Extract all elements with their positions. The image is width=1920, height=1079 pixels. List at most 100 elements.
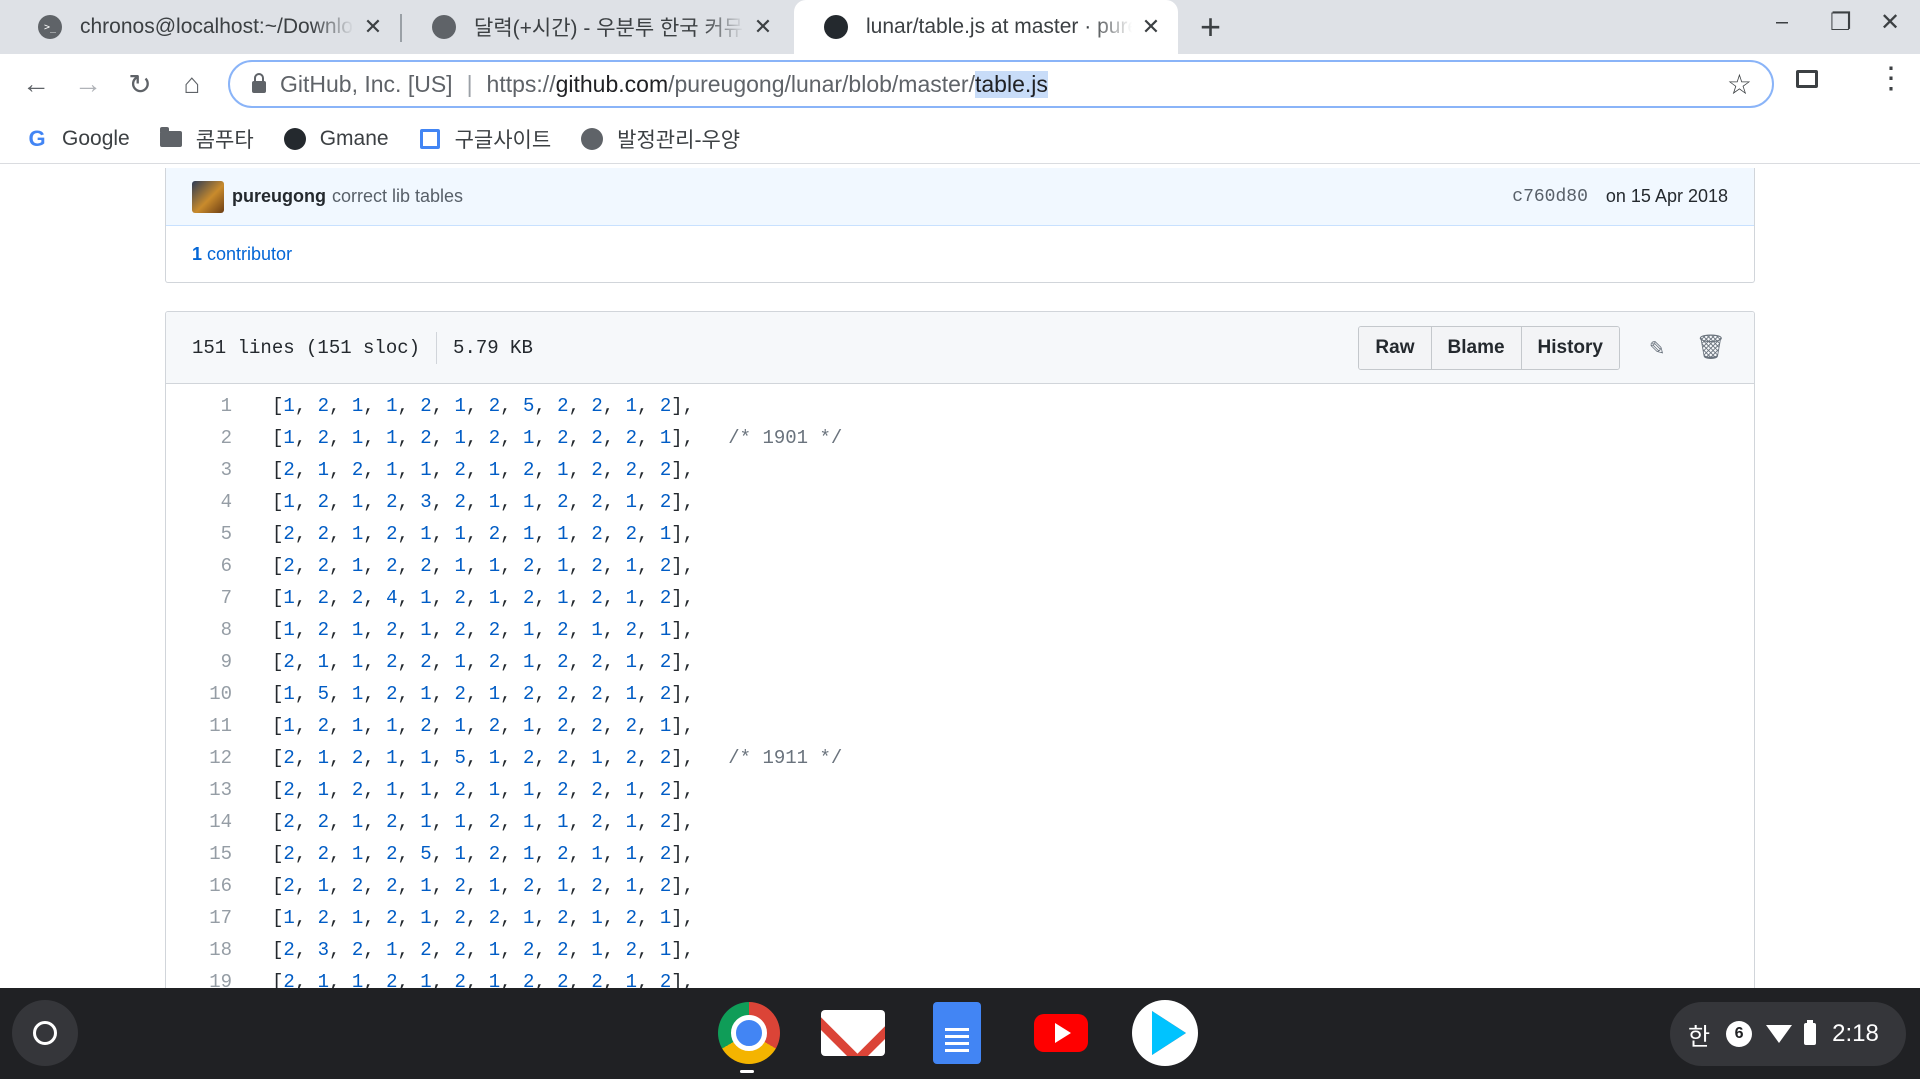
number-literal: 1 [317, 459, 330, 481]
line-number[interactable]: 9 [166, 646, 232, 678]
number-literal: 2 [557, 715, 569, 737]
close-icon[interactable]: ✕ [1140, 14, 1162, 40]
code-line: 10 [1, 5, 1, 2, 1, 2, 1, 2, 2, 2, 1, 2], [166, 678, 1754, 710]
line-number[interactable]: 8 [166, 614, 232, 646]
number-literal: 2 [557, 427, 569, 449]
blame-button[interactable]: Blame [1430, 326, 1521, 369]
bookmark-folder[interactable]: 콤푸타 [159, 124, 254, 154]
bookmark-google-sites[interactable]: 구글사이트 [419, 124, 551, 154]
status-tray[interactable]: 한 6 2:18 [1670, 1002, 1906, 1066]
line-number[interactable]: 6 [166, 550, 232, 582]
number-literal: 1 [488, 587, 501, 609]
line-number[interactable]: 10 [166, 678, 232, 710]
number-literal: 1 [454, 395, 466, 417]
bookmark-gmane[interactable]: Gmane [283, 127, 389, 151]
number-literal: 2 [659, 491, 672, 513]
tab-github-table-js[interactable]: lunar/table.js at master · pureugong/lun… [794, 0, 1178, 54]
number-literal: 2 [591, 651, 603, 673]
number-literal: 1 [351, 427, 364, 449]
line-content: [1, 2, 1, 2, 3, 2, 1, 1, 2, 2, 1, 2], [272, 491, 695, 513]
line-content: [1, 2, 1, 1, 2, 1, 2, 1, 2, 2, 2, 1], /*… [272, 427, 843, 449]
number-literal: 1 [351, 907, 364, 929]
number-literal: 1 [420, 907, 432, 929]
number-literal: 2 [659, 747, 672, 769]
gmail-icon[interactable] [820, 1000, 886, 1066]
number-literal: 2 [420, 555, 432, 577]
number-literal: 2 [522, 555, 535, 577]
line-number[interactable]: 4 [166, 486, 232, 518]
line-number[interactable]: 13 [166, 774, 232, 806]
play-store-icon[interactable] [1132, 1000, 1198, 1066]
number-literal: 1 [625, 491, 637, 513]
line-number[interactable]: 2 [166, 422, 232, 454]
code-line: 5 [2, 2, 1, 2, 1, 1, 2, 1, 1, 2, 2, 1], [166, 518, 1754, 550]
commit-author[interactable]: pureugong [232, 186, 326, 207]
line-number[interactable]: 3 [166, 454, 232, 486]
line-number[interactable]: 1 [166, 390, 232, 422]
site-identity[interactable]: GitHub, Inc. [US] [280, 71, 453, 98]
close-icon[interactable]: ✕ [362, 14, 384, 40]
lock-icon[interactable] [252, 73, 266, 93]
raw-button[interactable]: Raw [1359, 326, 1431, 369]
line-number[interactable]: 11 [166, 710, 232, 742]
avatar[interactable] [192, 180, 224, 213]
number-literal: 1 [420, 523, 432, 545]
chrome-icon[interactable] [716, 1000, 782, 1066]
number-literal: 2 [283, 779, 295, 801]
line-number[interactable]: 12 [166, 742, 232, 774]
browser-menu-icon[interactable]: ⋮ [1876, 64, 1906, 94]
cast-icon[interactable] [1796, 70, 1818, 88]
address-bar[interactable]: GitHub, Inc. [US] | https://github.com/p… [228, 60, 1774, 108]
number-literal: 1 [454, 555, 466, 577]
forward-button[interactable]: → [68, 64, 108, 104]
back-button[interactable]: ← [16, 64, 56, 104]
commit-sha[interactable]: c760d80 [1512, 187, 1588, 207]
restore-icon[interactable]: ❐ [1830, 8, 1852, 37]
number-literal: 2 [488, 619, 501, 641]
globe-icon [581, 127, 604, 150]
line-number[interactable]: 14 [166, 806, 232, 838]
home-button[interactable]: ⌂ [172, 64, 212, 104]
line-number[interactable]: 18 [166, 934, 232, 966]
number-literal: 2 [317, 555, 330, 577]
line-content: [1, 2, 1, 1, 2, 1, 2, 1, 2, 2, 2, 1], [272, 715, 695, 737]
reload-button[interactable]: ↻ [120, 64, 160, 104]
tab-terminal[interactable]: >_ chronos@localhost:~/Downloads ✕ [8, 0, 400, 54]
number-literal: 1 [454, 523, 466, 545]
new-tab-button[interactable]: + [1200, 6, 1221, 48]
line-number[interactable]: 16 [166, 870, 232, 902]
code-line: 15 [2, 2, 1, 2, 5, 1, 2, 1, 2, 1, 1, 2], [166, 838, 1754, 870]
number-literal: 1 [351, 811, 364, 833]
history-button[interactable]: History [1520, 326, 1619, 369]
file-header: 151 lines (151 sloc) 5.79 KB Raw Blame H… [166, 312, 1754, 384]
number-literal: 2 [625, 939, 637, 961]
line-number[interactable]: 15 [166, 838, 232, 870]
line-number[interactable]: 7 [166, 582, 232, 614]
bookmark-star-icon[interactable]: ☆ [1727, 68, 1752, 101]
youtube-icon[interactable] [1028, 1000, 1094, 1066]
number-literal: 2 [557, 683, 569, 705]
code-listing: 1 [1, 2, 1, 1, 2, 1, 2, 5, 2, 2, 1, 2], 2[… [166, 384, 1754, 998]
launcher-button[interactable] [12, 1000, 78, 1066]
tab-title: 달력(+시간) - 우분투 한국 커뮤니티 [474, 17, 744, 40]
bookmark-google[interactable]: G Google [26, 126, 129, 151]
minimize-icon[interactable]: ⎯ [1776, 8, 1788, 36]
number-literal: 1 [283, 907, 295, 929]
commit-message[interactable]: correct lib tables [332, 186, 463, 207]
docs-icon[interactable] [924, 1000, 990, 1066]
line-content: [2, 3, 2, 1, 2, 2, 1, 2, 2, 1, 2, 1], [272, 939, 695, 961]
line-number[interactable]: 17 [166, 902, 232, 934]
line-number[interactable]: 5 [166, 518, 232, 550]
pencil-icon[interactable]: ✎ [1640, 333, 1674, 363]
bookmark-globe-site[interactable]: 발정관리-우양 [581, 124, 740, 154]
number-literal: 2 [557, 619, 569, 641]
number-literal: 1 [557, 811, 569, 833]
close-window-icon[interactable]: ✕ [1880, 8, 1900, 37]
github-icon [283, 127, 306, 150]
tab-calendar[interactable]: 달력(+시간) - 우분투 한국 커뮤니티 ✕ [402, 0, 790, 54]
contributors-link[interactable]: 1 contributor [166, 226, 1754, 282]
trash-icon[interactable]: 🗑 [1694, 333, 1728, 363]
line-content: [2, 2, 1, 2, 1, 1, 2, 1, 1, 2, 2, 1], [272, 523, 695, 545]
close-icon[interactable]: ✕ [752, 14, 774, 40]
number-literal: 2 [420, 395, 432, 417]
